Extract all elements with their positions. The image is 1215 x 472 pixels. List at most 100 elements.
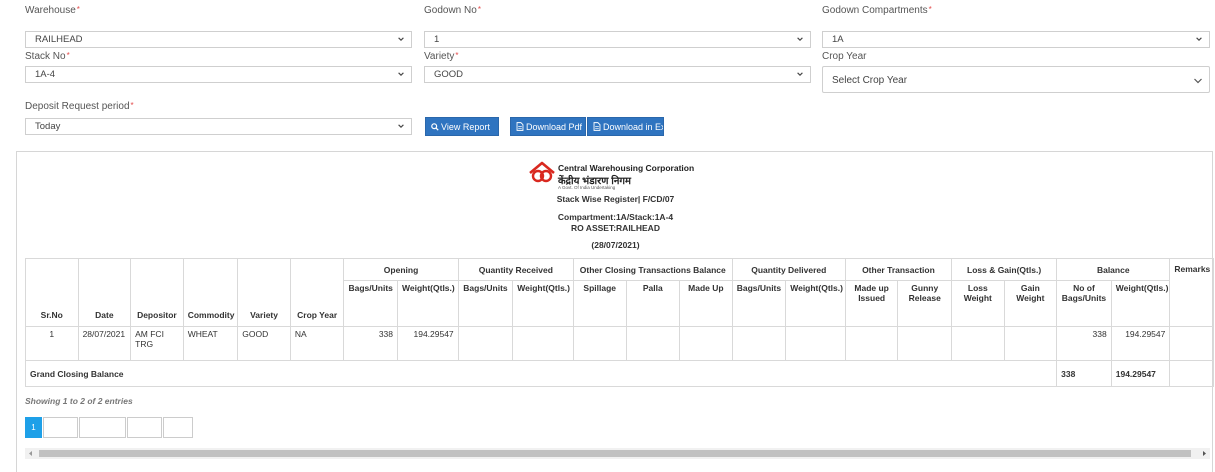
godown-no-select[interactable]: 1 xyxy=(424,31,811,48)
chevron-down-icon xyxy=(398,37,404,41)
cell-sr-no: 1 xyxy=(25,326,79,361)
table-row: 1 28/07/2021 AM FCI TRG WHEAT GOOD NA 33… xyxy=(25,326,1214,361)
chevron-down-icon xyxy=(1194,78,1202,84)
report-title: Stack Wise Register| F/CD/07 xyxy=(556,194,675,204)
warehouse-select[interactable]: RAILHEAD xyxy=(25,31,412,48)
download-pdf-label: Download Pdf xyxy=(526,122,583,132)
cell-commodity: WHEAT xyxy=(182,326,239,361)
stack-no-label: Stack No* xyxy=(25,51,70,62)
cell-empty xyxy=(625,326,681,361)
chevron-down-icon xyxy=(797,72,803,76)
variety-select[interactable]: GOOD xyxy=(424,66,811,83)
page-button-1[interactable]: 1 xyxy=(25,417,42,438)
cell-bal-bags: 338 xyxy=(1056,326,1112,361)
search-icon xyxy=(431,123,439,131)
cell-depositor: AM FCI TRG xyxy=(130,326,184,361)
scrollbar-thumb[interactable] xyxy=(39,450,1191,457)
group-other-transaction: Other Transaction xyxy=(844,258,953,281)
chevron-down-icon xyxy=(398,124,404,128)
col-date: Date xyxy=(77,258,132,327)
col-recv-weight: Weight(Qtls.) xyxy=(512,280,574,327)
cell-empty xyxy=(572,326,627,361)
view-report-button[interactable]: View Report xyxy=(425,117,499,136)
col-recv-bags: Bags/Units xyxy=(457,280,514,327)
cell-empty xyxy=(1169,326,1214,361)
cell-empty xyxy=(844,326,899,361)
variety-label: Variety* xyxy=(424,51,459,62)
crop-year-placeholder: Select Crop Year xyxy=(832,75,908,86)
col-crop-year: Crop Year xyxy=(289,258,345,327)
col-del-bags: Bags/Units xyxy=(731,280,787,327)
report-asset: RO ASSET:RAILHEAD xyxy=(571,223,660,233)
cell-date: 28/07/2021 xyxy=(77,326,132,361)
col-gain-weight: Gain Weight xyxy=(1003,280,1058,327)
cell-crop-year: NA xyxy=(289,326,345,361)
warehouse-value: RAILHEAD xyxy=(35,34,83,45)
scroll-left-arrow-icon[interactable] xyxy=(25,448,37,459)
page-button-extra[interactable] xyxy=(163,417,193,438)
group-balance: Balance xyxy=(1056,258,1171,281)
col-palla: Palla xyxy=(625,280,681,327)
scroll-right-arrow-icon[interactable] xyxy=(1198,448,1210,459)
col-made-up: Made Up xyxy=(679,280,733,327)
col-loss-weight: Loss Weight xyxy=(951,280,1005,327)
file-icon xyxy=(593,122,601,131)
grand-total-label: Grand Closing Balance xyxy=(24,360,1058,387)
view-report-label: View Report xyxy=(441,122,490,132)
report-compartment: Compartment:1A/Stack:1A-4 xyxy=(557,212,674,222)
cell-empty xyxy=(951,326,1005,361)
col-bal-weight: Weight(Qtls.) xyxy=(1110,280,1171,327)
cell-empty xyxy=(897,326,953,361)
col-bal-bags: No of Bags/Units xyxy=(1056,280,1112,327)
cell-empty xyxy=(1169,360,1214,387)
page-button-next[interactable] xyxy=(79,417,126,438)
crop-year-label: Crop Year xyxy=(822,51,867,62)
godown-no-value: 1 xyxy=(434,34,440,45)
page-button-prev[interactable] xyxy=(43,417,78,438)
variety-value: GOOD xyxy=(434,69,464,80)
chevron-down-icon xyxy=(797,37,803,41)
crop-year-select[interactable]: Select Crop Year xyxy=(822,66,1210,93)
godown-no-label: Godown No* xyxy=(424,5,481,16)
page-number: 1 xyxy=(31,423,36,432)
warehouse-label: Warehouse* xyxy=(25,5,80,16)
chevron-down-icon xyxy=(1196,37,1202,41)
cell-open-weight: 194.29547 xyxy=(397,326,459,361)
cell-empty xyxy=(731,326,787,361)
deposit-period-label: Deposit Request period* xyxy=(25,101,134,112)
cell-empty xyxy=(785,326,846,361)
report-panel: Central Warehousing Corporation केंद्रीय… xyxy=(16,151,1214,472)
cell-empty xyxy=(1003,326,1058,361)
group-opening: Opening xyxy=(343,258,459,281)
col-del-weight: Weight(Qtls.) xyxy=(785,280,846,327)
col-depositor: Depositor xyxy=(130,258,184,327)
stack-no-value: 1A-4 xyxy=(35,69,56,80)
download-excel-label: Download in Ex xyxy=(603,122,664,132)
group-qty-delivered: Quantity Delivered xyxy=(731,258,846,281)
download-excel-button[interactable]: Download in Ex xyxy=(587,117,664,136)
col-spillage: Spillage xyxy=(572,280,627,327)
chevron-down-icon xyxy=(398,72,404,76)
col-gunny-release: Gunny Release xyxy=(897,280,953,327)
col-variety: Variety xyxy=(237,258,291,327)
stack-register-table: Sr.No Date Depositor Commodity Variety C… xyxy=(24,258,1214,387)
org-subtitle: A Govt. Of India Undertaking xyxy=(558,185,616,190)
col-commodity: Commodity xyxy=(182,258,239,327)
deposit-period-value: Today xyxy=(35,121,61,132)
horizontal-scrollbar[interactable] xyxy=(25,448,1210,459)
group-qty-received: Quantity Received xyxy=(457,258,574,281)
group-loss-gain: Loss & Gain(Qtls.) xyxy=(951,258,1058,281)
page-button-last[interactable] xyxy=(127,417,162,438)
godown-compartments-select[interactable]: 1A xyxy=(822,31,1210,48)
table-group-header: Sr.No Date Depositor Commodity Variety C… xyxy=(25,258,1214,327)
col-sr-no: Sr.No xyxy=(25,258,79,327)
cell-empty xyxy=(679,326,733,361)
grand-total-bags: 338 xyxy=(1056,360,1112,387)
file-icon xyxy=(516,122,524,131)
download-pdf-button[interactable]: Download Pdf xyxy=(510,117,586,136)
org-name-en: Central Warehousing Corporation xyxy=(558,163,695,173)
cell-empty xyxy=(457,326,514,361)
stack-no-select[interactable]: 1A-4 xyxy=(25,66,412,83)
deposit-period-select[interactable]: Today xyxy=(25,118,412,135)
group-other-closing: Other Closing Transactions Balance xyxy=(572,258,733,281)
